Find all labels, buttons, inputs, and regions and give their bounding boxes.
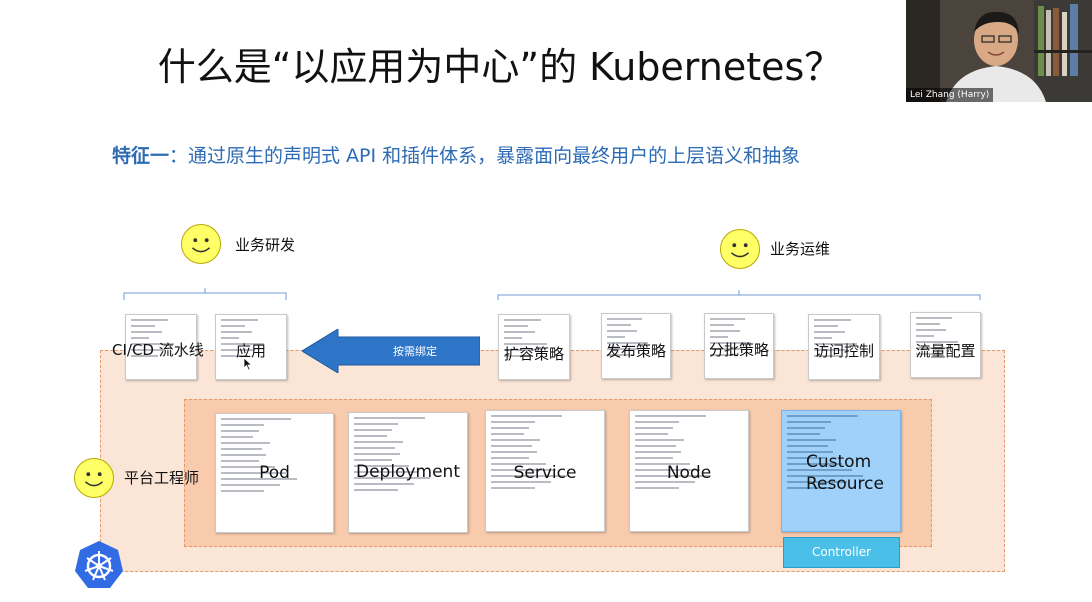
ops-card-access: 访问控制 bbox=[808, 314, 880, 380]
ops-card-scaling-label: 扩容策略 bbox=[503, 345, 564, 363]
subtitle-text: ：通过原生的声明式 API 和插件体系，暴露面向最终用户的上层语义和抽象 bbox=[169, 145, 801, 167]
resource-card-node: Node bbox=[629, 410, 749, 532]
resource-card-pod: Pod bbox=[215, 413, 334, 533]
slide-subtitle: 特征一：通过原生的声明式 API 和插件体系，暴露面向最终用户的上层语义和抽象 bbox=[112, 141, 800, 168]
ops-card-scaling: 扩容策略 bbox=[498, 314, 570, 380]
subtitle-lead: 特征一 bbox=[112, 145, 170, 167]
bind-arrow-label: 按需绑定 bbox=[393, 345, 437, 358]
smiley-icon bbox=[74, 458, 114, 498]
video-feed bbox=[906, 0, 1092, 102]
resource-card-deployment-label: Deployment bbox=[356, 462, 460, 482]
smiley-icon bbox=[181, 224, 221, 264]
resource-card-custom: Custom Resource bbox=[781, 410, 901, 532]
ops-card-release-label: 发布策略 bbox=[605, 342, 666, 360]
video-thumbnail[interactable]: Lei Zhang (Harry) bbox=[906, 0, 1092, 102]
ops-card-access-label: 访问控制 bbox=[813, 342, 874, 360]
ops-card-traffic: 流量配置 bbox=[910, 312, 981, 378]
smiley-icon bbox=[720, 229, 760, 269]
role-platform-label: 平台工程师 bbox=[124, 469, 200, 487]
resource-card-custom-label: Custom Resource bbox=[806, 452, 884, 494]
kubernetes-logo-icon bbox=[75, 541, 123, 588]
mouse-cursor-icon bbox=[243, 357, 253, 371]
resource-card-service: Service bbox=[485, 410, 605, 532]
role-ops-label: 业务运维 bbox=[770, 240, 831, 258]
resource-card-pod-label: Pod bbox=[259, 463, 290, 483]
ops-card-traffic-label: 流量配置 bbox=[915, 342, 976, 360]
slide-title: 什么是“以应用为中心”的 Kubernetes？ bbox=[157, 45, 843, 89]
ops-card-release: 发布策略 bbox=[601, 313, 671, 379]
resource-card-node-label: Node bbox=[666, 463, 712, 483]
resource-card-service-label: Service bbox=[513, 463, 577, 483]
participant-name: Lei Zhang (Harry) bbox=[906, 88, 994, 102]
role-dev-label: 业务研发 bbox=[235, 236, 296, 254]
ops-card-batch-label: 分批策略 bbox=[708, 341, 769, 359]
controller-box: Controller bbox=[783, 537, 900, 568]
grouping-brackets bbox=[123, 288, 981, 300]
ops-card-batch: 分批策略 bbox=[704, 313, 774, 379]
dev-card-cicd-label: CI/CD 流水线 bbox=[112, 341, 204, 359]
resource-card-deployment: Deployment bbox=[348, 412, 468, 533]
